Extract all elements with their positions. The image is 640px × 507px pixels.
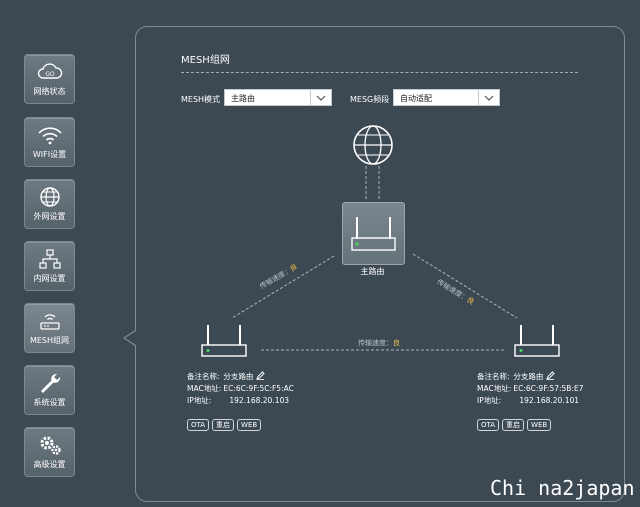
watermark: Chi na2japan [490, 476, 635, 500]
branch-node-left-info: 备注名称: 分支路由 MAC地址: EC:6C:9F:5C:F5:AC IP地址… [187, 371, 294, 405]
edit-icon[interactable] [545, 371, 555, 380]
branch-router-right-icon[interactable] [513, 323, 561, 359]
branch-router-left-icon[interactable] [200, 323, 248, 359]
main-router-label: 主路由 [360, 267, 385, 276]
main-router-node[interactable] [342, 202, 405, 265]
mesh-link-left [231, 255, 335, 319]
reboot-button[interactable]: 重启 [212, 419, 235, 431]
edit-icon[interactable] [255, 371, 265, 380]
ota-button[interactable]: OTA [187, 419, 210, 431]
ota-button[interactable]: OTA [477, 419, 500, 431]
web-button[interactable]: WEB [237, 419, 262, 431]
branch-node-right-info: 备注名称: 分支路由 MAC地址: EC:6C:9F:57:5B:E7 IP地址… [477, 371, 584, 405]
mesh-link-right [412, 253, 518, 319]
branch-node-right-actions: OTA 重启 WEB [477, 412, 554, 431]
internet-globe-icon [353, 125, 393, 165]
reboot-button[interactable]: 重启 [502, 419, 525, 431]
web-button[interactable]: WEB [527, 419, 552, 431]
branch-node-left-actions: OTA 重启 WEB [187, 412, 264, 431]
router-icon [351, 217, 396, 251]
link-speed-bottom: 传输速度：良 [358, 339, 400, 347]
